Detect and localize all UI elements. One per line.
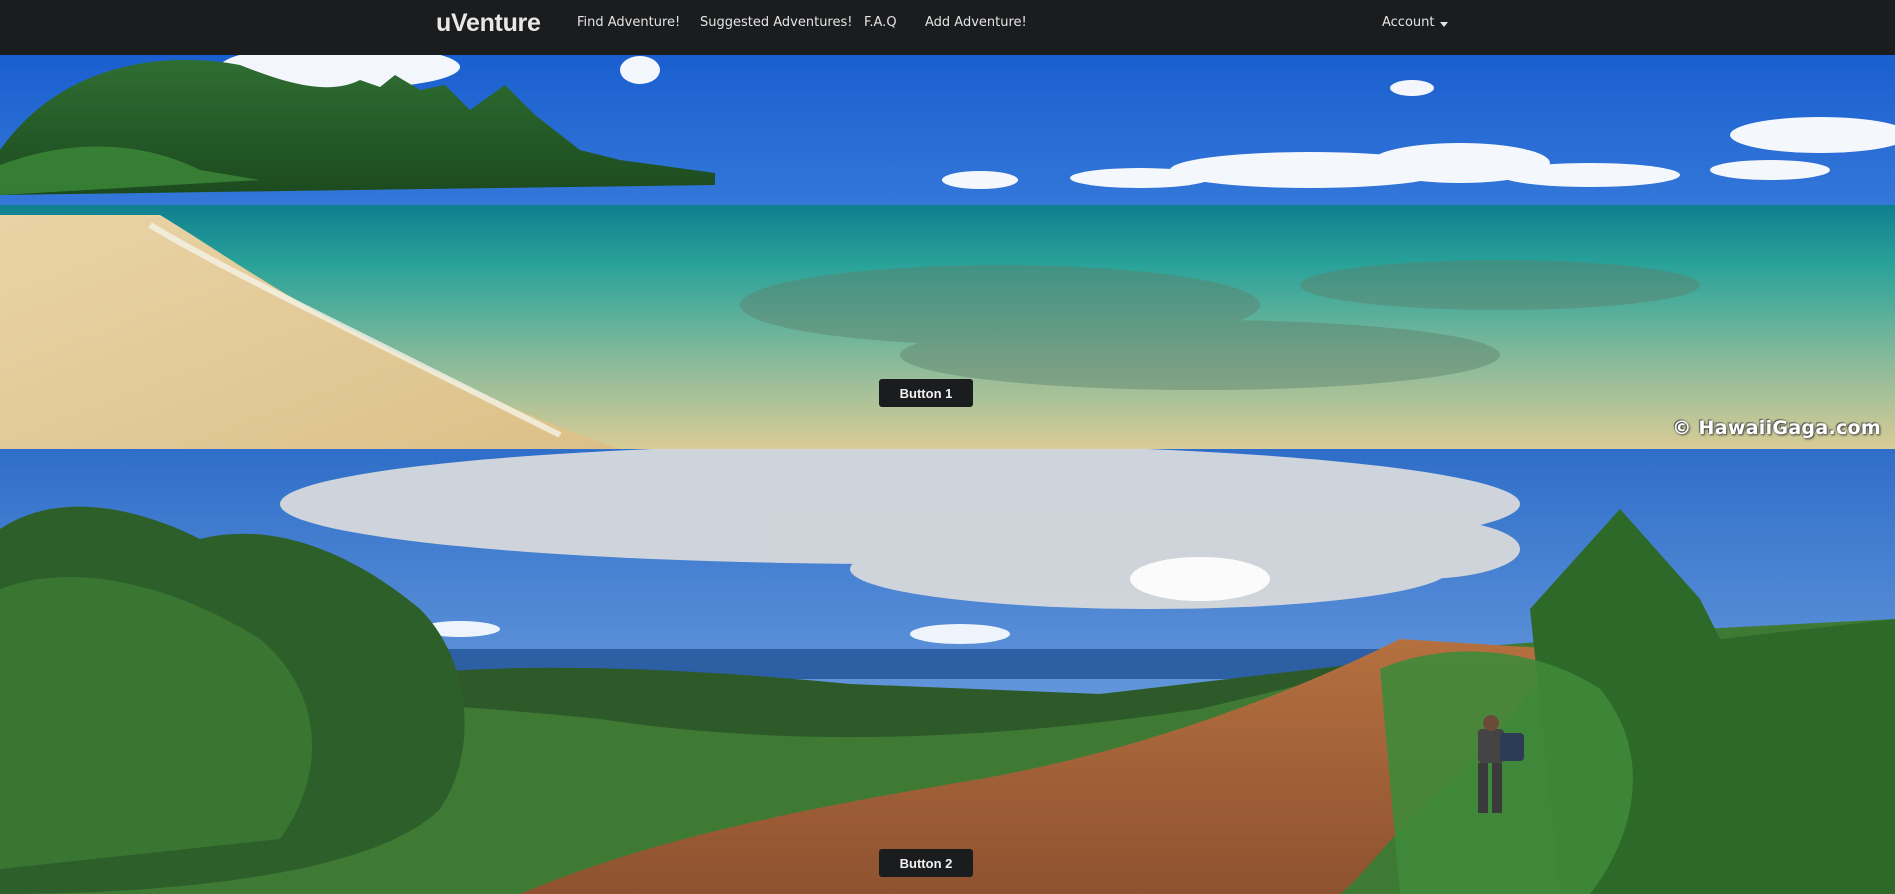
hike-adventure-panel: Button 2 bbox=[0, 449, 1895, 894]
nav-suggested-adventures[interactable]: Suggested Adventures! bbox=[700, 15, 852, 30]
hike-panorama-image bbox=[0, 449, 1895, 894]
beach-adventure-panel: © HawaiiGaga.com Button 1 bbox=[0, 55, 1895, 449]
chevron-down-icon[interactable] bbox=[1440, 22, 1448, 27]
account-dropdown[interactable]: Account bbox=[1382, 15, 1435, 30]
button-2[interactable]: Button 2 bbox=[879, 849, 973, 877]
nav-add-adventure[interactable]: Add Adventure! bbox=[925, 15, 1027, 30]
nav-faq[interactable]: F.A.Q bbox=[864, 15, 897, 30]
brand-logo[interactable]: uVenture bbox=[436, 9, 541, 38]
hawaiigaga-watermark: © HawaiiGaga.com bbox=[1672, 417, 1881, 439]
button-1[interactable]: Button 1 bbox=[879, 379, 973, 407]
nav-find-adventure[interactable]: Find Adventure! bbox=[577, 15, 680, 30]
top-navbar: uVenture Find Adventure! Suggested Adven… bbox=[0, 0, 1895, 55]
